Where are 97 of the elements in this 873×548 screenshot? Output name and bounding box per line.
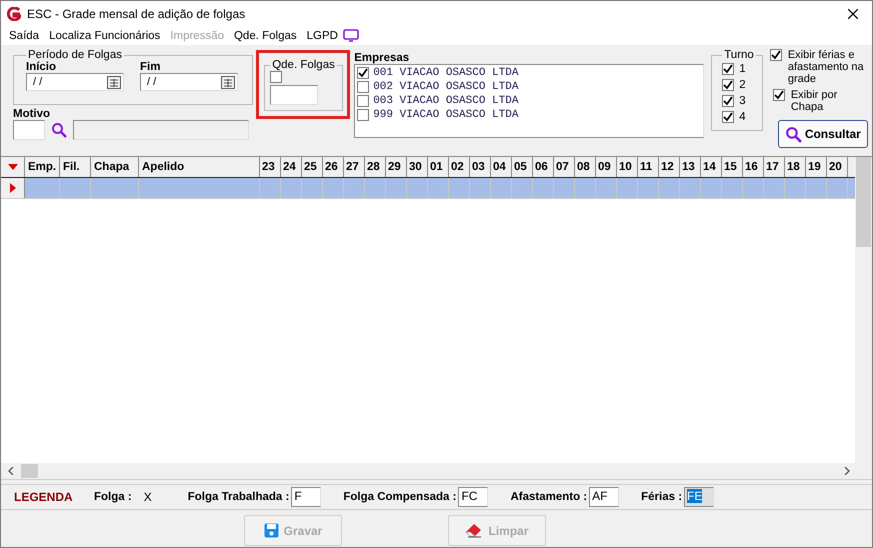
scroll-left-icon[interactable] xyxy=(8,467,14,475)
calendar-icon[interactable] xyxy=(107,76,121,88)
date-field[interactable]: / / xyxy=(140,73,238,91)
column-header[interactable]: Emp. xyxy=(25,157,60,177)
scrollbar-thumb[interactable] xyxy=(856,157,871,247)
list-item[interactable]: 001 VIACAO OSASCO LTDA xyxy=(373,67,518,79)
field-label: Fim xyxy=(140,61,162,73)
column-header[interactable]: 04 xyxy=(491,157,512,177)
column-header[interactable]: 01 xyxy=(428,157,449,177)
legend-label: Férias : xyxy=(641,491,682,503)
column-header[interactable]: 26 xyxy=(323,157,344,177)
column-header[interactable]: 07 xyxy=(554,157,575,177)
checkbox[interactable] xyxy=(722,111,734,123)
calendar-icon[interactable] xyxy=(221,76,235,88)
menu-item[interactable]: Qde. Folgas xyxy=(228,30,302,42)
legend-label: Afastamento : xyxy=(510,491,588,503)
column-header[interactable]: 09 xyxy=(596,157,617,177)
checkbox[interactable] xyxy=(770,49,782,61)
checkbox-label: Exibir por Chapa xyxy=(790,89,838,113)
column-header[interactable]: 16 xyxy=(743,157,764,177)
checkbox[interactable] xyxy=(270,71,282,83)
column-header[interactable]: 14 xyxy=(701,157,722,177)
dropdown-arrow-icon[interactable] xyxy=(8,164,18,170)
legend-label: Folga Compensada : xyxy=(343,491,456,503)
column-header[interactable]: 13 xyxy=(680,157,701,177)
horizontal-scrollbar[interactable] xyxy=(1,463,872,479)
list-item[interactable]: 002 VIACAO OSASCO LTDA xyxy=(373,81,518,93)
checkbox[interactable] xyxy=(357,95,370,107)
column-header[interactable]: 29 xyxy=(386,157,407,177)
window-title: ESC - Grade mensal de adição de folgas xyxy=(27,6,246,20)
checkbox[interactable] xyxy=(722,95,734,107)
checkbox[interactable] xyxy=(357,109,370,121)
monitor-icon[interactable] xyxy=(342,29,359,42)
column-header[interactable]: 28 xyxy=(365,157,386,177)
checkbox[interactable] xyxy=(357,67,370,79)
group-title: Turno xyxy=(723,49,755,61)
checkbox[interactable] xyxy=(722,63,734,75)
checkbox[interactable] xyxy=(357,81,370,93)
column-header[interactable]: 20 xyxy=(827,157,848,177)
list-item[interactable]: 999 VIACAO OSASCO LTDA xyxy=(373,109,518,121)
legend-label: Folga Trabalhada : xyxy=(188,491,290,503)
column-header[interactable]: Chapa xyxy=(91,157,139,177)
legend-title: LEGENDA xyxy=(14,490,74,504)
group-title: Período de Folgas xyxy=(27,49,123,61)
column-header[interactable]: 15 xyxy=(722,157,743,177)
eraser-icon xyxy=(465,523,484,538)
close-icon[interactable] xyxy=(848,8,858,18)
column-header[interactable]: 18 xyxy=(785,157,806,177)
checkbox-label: 3 xyxy=(739,95,746,107)
legend-field[interactable]: AF xyxy=(589,487,620,507)
column-header[interactable]: 08 xyxy=(575,157,596,177)
column-header[interactable]: 17 xyxy=(764,157,785,177)
column-header[interactable]: Fil. xyxy=(60,157,91,177)
legend-label: Folga : xyxy=(94,491,132,503)
field-label: Motivo xyxy=(13,108,52,120)
search-icon xyxy=(784,126,802,142)
column-header[interactable]: 03 xyxy=(470,157,491,177)
column-header[interactable]: 19 xyxy=(806,157,827,177)
column-header[interactable]: 05 xyxy=(512,157,533,177)
column-header[interactable]: 23 xyxy=(260,157,281,177)
checkbox-label: 1 xyxy=(739,63,746,75)
checkbox-label: 4 xyxy=(739,111,746,123)
legend-field[interactable]: FE xyxy=(684,487,714,507)
column-header[interactable]: 25 xyxy=(302,157,323,177)
date-field[interactable]: / / xyxy=(26,73,124,91)
search-icon xyxy=(51,122,67,138)
column-header[interactable]: 11 xyxy=(638,157,659,177)
app-logo-icon xyxy=(7,6,21,20)
checkbox[interactable] xyxy=(722,79,734,91)
column-header[interactable]: 10 xyxy=(617,157,638,177)
menu-item[interactable]: Localiza Funcionários xyxy=(44,30,166,42)
row-pointer-icon xyxy=(10,183,16,193)
column-header[interactable]: 06 xyxy=(533,157,554,177)
legend-value: X xyxy=(144,490,152,504)
menu-item[interactable]: Saída xyxy=(4,30,44,42)
list-item[interactable]: 003 VIACAO OSASCO LTDA xyxy=(373,95,518,107)
scroll-right-icon[interactable] xyxy=(844,467,850,475)
vertical-scrollbar[interactable] xyxy=(855,157,872,463)
consultar-button[interactable]: Consultar xyxy=(778,120,868,148)
list-label: Empresas xyxy=(354,52,410,64)
legend-field[interactable]: FC xyxy=(458,487,488,507)
motivo-code-field[interactable] xyxy=(13,120,45,140)
scrollbar-thumb[interactable] xyxy=(21,464,38,478)
group-title: Qde. Folgas xyxy=(271,59,336,71)
column-header[interactable]: 12 xyxy=(659,157,680,177)
column-header[interactable]: 30 xyxy=(407,157,428,177)
field-label: Início xyxy=(26,61,58,73)
column-header[interactable]: 24 xyxy=(281,157,302,177)
checkbox[interactable] xyxy=(772,89,785,101)
column-header[interactable]: Apelido xyxy=(139,157,260,177)
menu-item[interactable]: LGPD xyxy=(302,30,343,42)
qde-folgas-field[interactable] xyxy=(270,85,318,105)
column-header[interactable]: 02 xyxy=(449,157,470,177)
checkbox-label: Exibir férias e afastamento na grade xyxy=(788,49,865,85)
checkbox-label: 2 xyxy=(739,79,746,91)
column-header[interactable]: 27 xyxy=(344,157,365,177)
legend-field[interactable]: F xyxy=(291,487,322,507)
